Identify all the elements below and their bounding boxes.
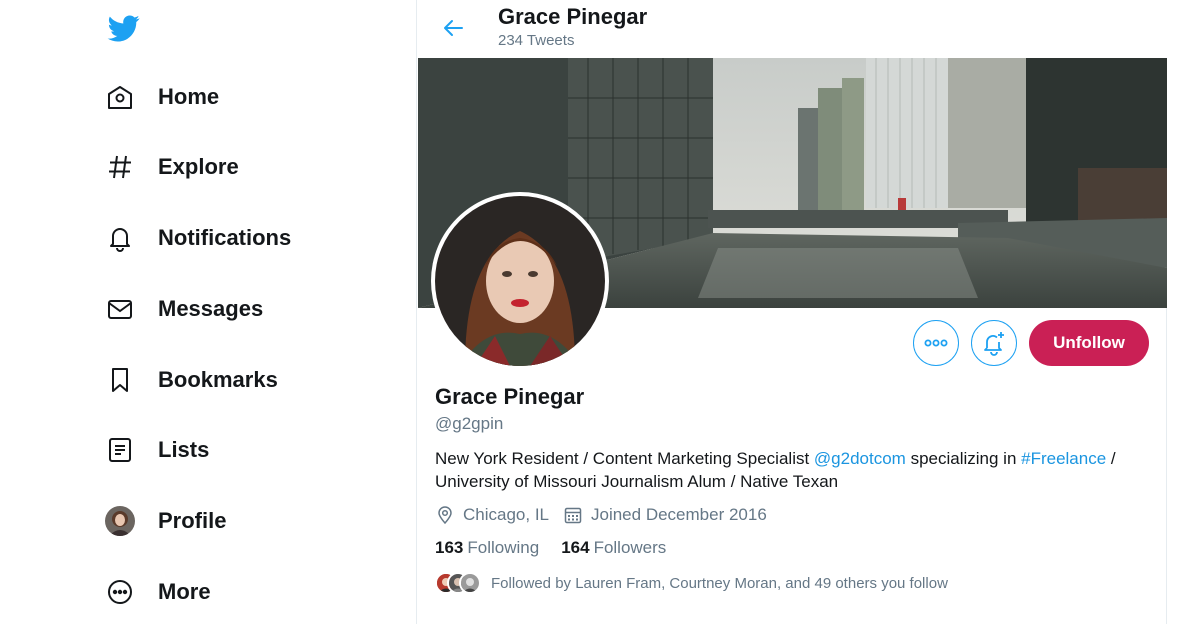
tweet-count: 234 Tweets bbox=[498, 32, 575, 49]
more-options-button[interactable] bbox=[913, 320, 959, 366]
twitter-bird-icon[interactable] bbox=[106, 12, 142, 44]
sidebar-item-label: Notifications bbox=[158, 225, 292, 250]
bookmark-icon bbox=[104, 364, 136, 396]
followed-by-text: Followed by Lauren Fram, Courtney Moran,… bbox=[491, 574, 948, 592]
followers-count: 164 bbox=[561, 538, 590, 557]
sidebar-item-messages[interactable]: Messages bbox=[104, 287, 263, 331]
mutual-avatars bbox=[435, 572, 483, 594]
envelope-icon bbox=[104, 293, 136, 325]
following-link[interactable]: 163 Following bbox=[435, 538, 539, 558]
followers-label: Followers bbox=[593, 538, 667, 557]
hashtag-icon bbox=[104, 151, 136, 183]
notifications-subscribe-button[interactable] bbox=[971, 320, 1017, 366]
bio-text: specializing in bbox=[905, 449, 1022, 468]
home-icon bbox=[104, 81, 136, 113]
join-date: Joined December 2016 bbox=[563, 505, 767, 525]
sidebar-item-home[interactable]: Home bbox=[104, 75, 219, 119]
sidebar-item-notifications[interactable]: Notifications bbox=[104, 216, 291, 260]
followers-you-know[interactable]: Followed by Lauren Fram, Courtney Moran,… bbox=[435, 572, 948, 594]
calendar-icon bbox=[564, 507, 582, 524]
sidebar-item-label: Bookmarks bbox=[158, 367, 278, 392]
sidebar-item-label: More bbox=[158, 579, 211, 604]
profile-name: Grace Pinegar bbox=[435, 384, 585, 409]
sidebar-item-lists[interactable]: Lists bbox=[104, 428, 209, 472]
sidebar-item-label: Explore bbox=[158, 154, 239, 179]
bio-mention-link[interactable]: @g2dotcom bbox=[814, 449, 906, 468]
following-label: Following bbox=[467, 538, 540, 557]
sidebar-item-bookmarks[interactable]: Bookmarks bbox=[104, 358, 278, 402]
following-count: 163 bbox=[435, 538, 464, 557]
profile-column: Grace Pinegar 234 Tweets Unfollow Grace … bbox=[416, 0, 1167, 624]
location: Chicago, IL bbox=[435, 505, 549, 525]
bell-icon bbox=[104, 222, 136, 254]
sidebar-item-label: Lists bbox=[158, 437, 210, 462]
more-horizontal-icon bbox=[924, 339, 948, 347]
location-pin-icon bbox=[438, 506, 452, 525]
profile-meta: Chicago, IL Joined December 2016 bbox=[435, 503, 781, 527]
avatar bbox=[435, 196, 605, 366]
sidebar: Home Explore Notifications Messages Book… bbox=[0, 0, 416, 624]
bell-plus-icon bbox=[984, 332, 1004, 356]
profile-bio: New York Resident / Content Marketing Sp… bbox=[435, 447, 1135, 493]
join-date-text: Joined December 2016 bbox=[591, 505, 767, 524]
sidebar-item-more[interactable]: More bbox=[104, 570, 211, 614]
bio-text: New York Resident / Content Marketing Sp… bbox=[435, 449, 814, 468]
followers-link[interactable]: 164 Followers bbox=[561, 538, 666, 558]
back-button[interactable] bbox=[437, 12, 469, 44]
avatar bbox=[459, 572, 481, 594]
header-title: Grace Pinegar bbox=[498, 4, 648, 29]
bio-hashtag-link[interactable]: #Freelance bbox=[1021, 449, 1106, 468]
profile-handle: @g2gpin bbox=[435, 414, 504, 433]
location-text: Chicago, IL bbox=[463, 505, 549, 524]
sidebar-item-profile[interactable]: Profile bbox=[104, 499, 226, 543]
sidebar-item-explore[interactable]: Explore bbox=[104, 145, 239, 189]
avatar bbox=[105, 506, 135, 536]
sidebar-item-label: Home bbox=[158, 84, 220, 109]
profile-avatar-wrap bbox=[104, 505, 136, 537]
unfollow-button[interactable]: Unfollow bbox=[1029, 320, 1149, 366]
list-icon bbox=[104, 434, 136, 466]
arrow-left-icon bbox=[444, 20, 463, 36]
sidebar-item-label: Profile bbox=[158, 508, 227, 533]
follow-stats: 163 Following 164 Followers bbox=[435, 538, 688, 558]
more-circle-icon bbox=[104, 576, 136, 608]
sidebar-item-label: Messages bbox=[158, 296, 264, 321]
profile-avatar[interactable] bbox=[431, 192, 609, 370]
profile-header: Grace Pinegar 234 Tweets bbox=[417, 0, 1167, 58]
